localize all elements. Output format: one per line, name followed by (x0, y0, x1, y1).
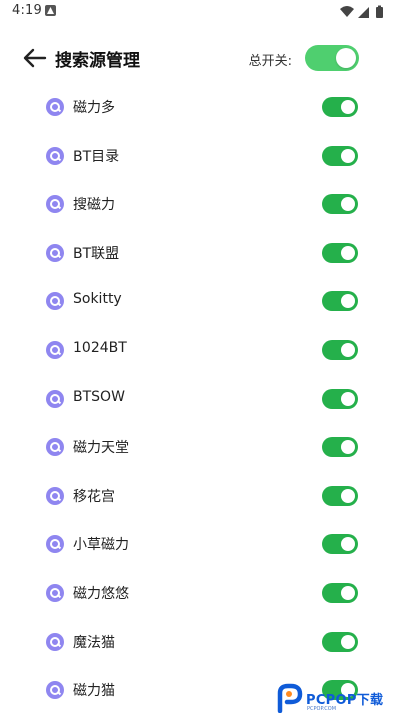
source-label: 移花宫 (73, 488, 115, 505)
toggle-knob (341, 488, 355, 503)
source-label: 魔法猫 (73, 634, 115, 651)
search-icon (46, 632, 64, 651)
source-label: 磁力多 (73, 100, 115, 116)
search-icon (46, 292, 64, 311)
status-bar: 4:19 (0, 0, 400, 24)
source-label: 小草磁力 (73, 537, 129, 554)
source-toggle[interactable] (322, 97, 358, 117)
toggle-knob (341, 537, 355, 552)
toggle-knob (341, 148, 355, 163)
toggle-knob (341, 440, 355, 455)
pcpop-logo-icon (277, 683, 303, 713)
source-toggle[interactable] (322, 388, 358, 409)
toggle-knob (341, 294, 355, 309)
source-row: 磁力多 (0, 82, 400, 131)
source-row: 1024BT (0, 325, 400, 374)
search-icon (46, 340, 64, 359)
search-icon (46, 195, 64, 214)
search-icon (46, 98, 64, 116)
source-toggle[interactable] (322, 242, 358, 263)
status-time: 4:19 (12, 3, 42, 18)
source-label: 1024BT (73, 339, 127, 356)
source-label: 磁力猫 (73, 683, 115, 700)
status-icons (338, 4, 388, 20)
arrow-left-icon (23, 48, 47, 68)
toggle-knob (341, 245, 355, 260)
toggle-knob (341, 634, 355, 649)
watermark: PCPOP下载 PCPOP.COM (276, 683, 400, 717)
source-label: BT联盟 (73, 245, 120, 262)
wifi-icon (340, 6, 354, 17)
source-toggle[interactable] (322, 582, 358, 603)
source-toggle[interactable] (322, 534, 358, 555)
source-toggle[interactable] (322, 631, 358, 652)
search-icon (46, 243, 64, 262)
source-toggle[interactable] (322, 485, 358, 506)
source-row: BT目录 (0, 131, 400, 180)
toggle-knob (341, 585, 355, 600)
source-toggle[interactable] (322, 437, 358, 458)
master-switch-label: 总开关: (248, 54, 292, 69)
source-row: BTSOW (0, 374, 400, 423)
app-header: 搜索源管理 总开关: (0, 36, 400, 80)
search-icon (46, 535, 64, 554)
search-icon (46, 583, 64, 602)
source-label: BT目录 (73, 148, 120, 165)
search-icon (46, 389, 64, 408)
toggle-knob (341, 197, 355, 212)
page-title: 搜索源管理 (55, 51, 140, 71)
toggle-knob (341, 391, 355, 406)
source-label: BTSOW (73, 388, 125, 405)
source-label: Sokitty (73, 291, 122, 308)
source-row: 小草磁力 (0, 519, 400, 568)
back-button[interactable] (22, 46, 48, 70)
search-icon (46, 146, 64, 165)
source-toggle[interactable] (322, 291, 358, 312)
search-icon (46, 681, 64, 700)
source-row: 魔法猫 (0, 617, 400, 666)
source-label: 磁力天堂 (73, 440, 129, 457)
source-row: Sokitty (0, 276, 400, 325)
source-toggle[interactable] (322, 339, 358, 360)
toggle-knob (341, 100, 355, 114)
source-toggle[interactable] (322, 145, 358, 166)
source-row: 磁力悠悠 (0, 568, 400, 617)
source-row: 搜磁力 (0, 179, 400, 228)
source-label: 磁力悠悠 (73, 585, 129, 602)
source-toggle[interactable] (322, 194, 358, 215)
search-icon (46, 438, 64, 457)
search-icon (46, 486, 64, 505)
toggle-knob (341, 342, 355, 357)
source-label: 搜磁力 (73, 197, 115, 214)
notification-a-icon (45, 5, 56, 16)
source-row: 移花宫 (0, 471, 400, 520)
toggle-knob (336, 48, 356, 68)
signal-icon (358, 7, 369, 18)
watermark-subtext: PCPOP.COM (307, 706, 337, 712)
source-list: 磁力多 BT目录 搜磁力 BT联盟 Sokitty 1024BT BTSOW 磁… (0, 82, 400, 714)
battery-icon (376, 5, 383, 18)
source-row: BT联盟 (0, 228, 400, 277)
source-row: 磁力天堂 (0, 422, 400, 471)
master-switch-toggle[interactable] (305, 45, 359, 71)
